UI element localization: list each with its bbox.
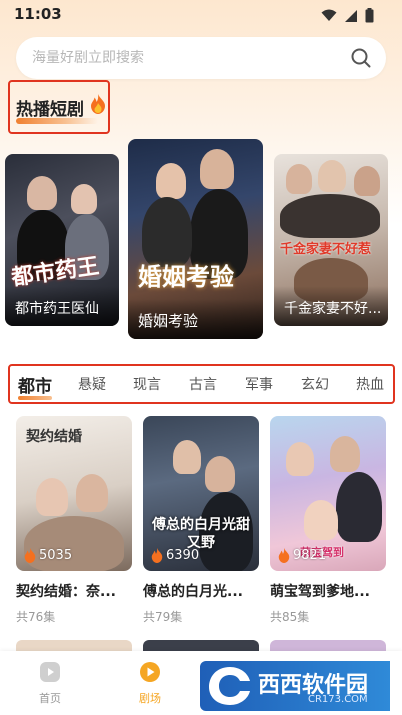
tab-xuanhuan[interactable]: 玄幻	[301, 374, 329, 394]
nav-theater-label: 剧场	[139, 692, 161, 705]
view-count: 9821	[278, 548, 326, 563]
poster-title: 傅总的白月光甜又野	[152, 517, 250, 551]
hot-drama-title: 千金家妻不好...	[284, 301, 382, 317]
watermark-logo-icon	[209, 667, 250, 705]
category-tabs: 都市 悬疑 现言 古言 军事 玄幻 热血	[8, 364, 395, 404]
poster-figure	[156, 163, 186, 199]
card-caption: 都市药王医仙	[5, 286, 119, 326]
poster-figure	[304, 500, 338, 540]
battery-icon	[365, 8, 374, 23]
section-title-underline	[16, 118, 98, 124]
episode-count: 共79集	[143, 610, 183, 624]
site-watermark: 西西软件园 CR173.COM	[200, 661, 390, 711]
status-icons	[321, 8, 374, 23]
tab-junshi[interactable]: 军事	[245, 374, 273, 394]
episode-count: 共85集	[270, 610, 310, 624]
drama-card[interactable]: 萌宝驾到 9821	[270, 416, 386, 571]
tab-dushi[interactable]: 都市	[18, 372, 52, 397]
view-count-value: 9821	[293, 548, 327, 563]
view-count-value: 6390	[166, 548, 200, 563]
poster-figure	[354, 166, 380, 196]
hot-drama-card[interactable]: 都市药王 都市药王医仙	[5, 154, 119, 326]
nav-home-label: 首页	[39, 692, 61, 705]
theater-play-icon	[140, 662, 160, 682]
active-tab-indicator	[18, 396, 52, 400]
drama-title[interactable]: 契约结婚：奈...	[16, 581, 116, 601]
tab-xianyan[interactable]: 现言	[133, 374, 161, 394]
nav-home[interactable]: 首页	[20, 661, 80, 706]
poster-title: 契约结婚	[26, 429, 82, 445]
poster-figure	[205, 456, 235, 492]
watermark-url: CR173.COM	[308, 694, 368, 705]
play-square-icon	[40, 662, 60, 682]
tab-guyan[interactable]: 古言	[189, 374, 217, 394]
view-count: 6390	[151, 548, 199, 563]
poster-figure	[27, 176, 57, 210]
poster-figure	[336, 472, 382, 542]
poster-title: 千金家妻不好惹	[280, 242, 372, 257]
fire-icon	[24, 548, 36, 563]
hot-drama-card[interactable]: 千金家妻不好惹 千金家妻不好...	[274, 154, 388, 326]
tab-rexue[interactable]: 热血	[356, 374, 384, 394]
poster-figure	[318, 160, 346, 192]
poster-figure	[173, 440, 201, 474]
poster-figure	[286, 164, 312, 194]
tab-xuanyi[interactable]: 悬疑	[78, 374, 106, 394]
poster-figure	[71, 184, 97, 214]
status-time: 11:03	[14, 5, 62, 23]
fire-icon	[151, 548, 163, 563]
fire-icon	[278, 548, 290, 563]
drama-title[interactable]: 傅总的白月光...	[143, 581, 243, 601]
drama-title[interactable]: 萌宝驾到爹地...	[270, 581, 370, 601]
nav-theater[interactable]: 剧场	[120, 661, 180, 706]
card-caption: 千金家妻不好...	[274, 286, 388, 326]
hot-section-heading: 热播短剧	[8, 80, 110, 134]
drama-card[interactable]: 契约结婚 5035	[16, 416, 132, 571]
section-title: 热播短剧	[16, 100, 84, 120]
search-icon[interactable]	[350, 47, 372, 69]
poster-figure	[76, 474, 108, 512]
status-bar: 11:03	[0, 0, 402, 30]
signal-icon	[345, 9, 357, 22]
drama-card[interactable]: 傅总的白月光甜又野 6390	[143, 416, 259, 571]
search-bar[interactable]	[16, 37, 386, 79]
card-caption: 婚姻考验	[128, 299, 263, 339]
view-count: 5035	[24, 548, 72, 563]
wifi-icon	[321, 9, 337, 21]
poster-figure	[36, 478, 68, 516]
poster-title: 婚姻考验	[138, 262, 234, 291]
poster-figure	[200, 149, 234, 189]
fire-icon	[91, 94, 105, 114]
poster-figure	[286, 442, 314, 476]
view-count-value: 5035	[39, 548, 73, 563]
search-input[interactable]	[32, 47, 332, 69]
hot-drama-title: 都市药王医仙	[15, 301, 99, 317]
hot-drama-title: 婚姻考验	[138, 312, 199, 330]
poster-figure	[330, 436, 360, 472]
hot-drama-card[interactable]: 婚姻考验 婚姻考验	[128, 139, 263, 339]
episode-count: 共76集	[16, 610, 56, 624]
poster-figure	[280, 194, 380, 238]
